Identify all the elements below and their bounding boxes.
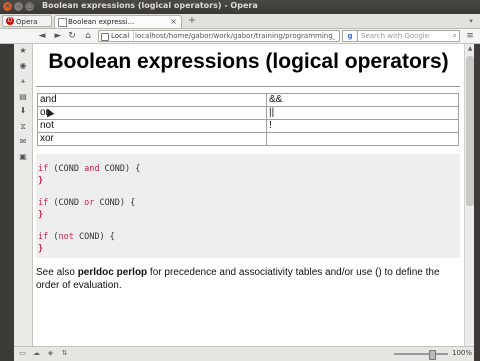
desktop-edge xyxy=(0,44,14,360)
new-tab-button[interactable]: + xyxy=(186,15,198,27)
unite-icon[interactable]: ☁ xyxy=(32,349,41,358)
reload-icon[interactable]: ↻ xyxy=(66,30,78,42)
zoom-level[interactable]: 100% xyxy=(452,349,472,357)
turbo-icon[interactable]: ◈ xyxy=(46,349,55,358)
toolbar-menu-icon[interactable]: ≡ xyxy=(464,30,476,42)
back-icon[interactable]: ◄ xyxy=(36,30,48,42)
operator-symbol: || xyxy=(266,106,459,120)
maximize-window-icon[interactable]: □ xyxy=(25,2,34,11)
address-url[interactable]: localhost/home/gabor/work/gabor/training… xyxy=(135,31,335,41)
page-content: Boolean expressions (logical operators) … xyxy=(33,44,464,346)
share-icon[interactable]: ⚹ xyxy=(18,76,28,86)
scrollbar-thumb[interactable] xyxy=(466,56,474,206)
opera-sidebar: ★ ◉ ⚹ ▤ ⬇ ⧖ ✉ ▣ xyxy=(14,44,33,346)
operator-symbol: ! xyxy=(266,119,459,133)
operator-symbol xyxy=(266,132,459,146)
search-input[interactable]: Search with Google ⌕ xyxy=(358,30,460,42)
opera-logo-icon: O xyxy=(6,17,14,25)
code-line: } xyxy=(38,244,44,254)
navigation-toolbar: ◄ ► ↻ ⌂ Local localhost/home/gabor/work/… xyxy=(0,29,480,44)
notes-icon[interactable]: ▤ xyxy=(18,92,28,102)
forward-icon[interactable]: ► xyxy=(52,30,64,42)
see-also-paragraph: See also perldoc perlop for precedence a… xyxy=(36,267,440,291)
panels-icon[interactable]: ▣ xyxy=(18,152,28,162)
panel-toggle-icon[interactable]: ▭ xyxy=(18,349,27,358)
search-engine-selector[interactable]: g xyxy=(342,30,358,42)
operators-table: and && or || not ! xor xyxy=(37,93,459,146)
page-title: Boolean expressions (logical operators) xyxy=(48,50,449,73)
transfers-icon[interactable]: ⇅ xyxy=(60,349,69,358)
mail-icon[interactable]: ✉ xyxy=(18,137,28,147)
tab-label: Boolean expressi... xyxy=(68,18,135,26)
location-badge: Local xyxy=(101,31,135,41)
code-line: if (COND and COND) { xyxy=(38,164,141,174)
tab-boolean-expressions[interactable]: Boolean expressi... × xyxy=(54,15,182,28)
desktop-edge-right xyxy=(474,44,480,360)
operator-word: and xyxy=(37,93,267,107)
downloads-icon[interactable]: ⬇ xyxy=(18,106,28,116)
opera-menu-label: Opera xyxy=(16,18,38,26)
page-icon xyxy=(58,18,67,27)
status-bar: ▭ ☁ ◈ ⇅ 100% xyxy=(14,346,474,361)
zoom-slider-handle[interactable] xyxy=(429,350,436,360)
search-placeholder: Search with Google xyxy=(361,32,430,40)
code-block: if (COND and COND) { } if (COND or COND)… xyxy=(36,154,460,258)
tab-list-icon[interactable]: ▾ xyxy=(466,16,476,26)
star-icon[interactable]: ★ xyxy=(18,46,28,56)
code-line: } xyxy=(38,176,44,186)
table-row: and && xyxy=(37,93,459,107)
window-titlebar: × – □ Boolean expressions (logical opera… xyxy=(0,0,480,14)
minimize-window-icon[interactable]: – xyxy=(14,2,23,11)
address-bar[interactable]: Local localhost/home/gabor/work/gabor/tr… xyxy=(98,30,340,42)
speed-dial-icon[interactable]: ◉ xyxy=(18,61,28,71)
code-line: if (not COND) { xyxy=(38,232,115,242)
operator-word: xor xyxy=(37,132,267,146)
table-row: xor xyxy=(37,132,459,146)
code-line: if (COND or COND) { xyxy=(38,198,136,208)
perldoc-reference: perldoc perlop xyxy=(77,267,148,278)
table-row: not ! xyxy=(37,119,459,133)
operator-symbol: && xyxy=(266,93,459,107)
window-title: Boolean expressions (logical operators) … xyxy=(42,1,258,10)
tab-bar: O Opera Boolean expressi... × + ▾ xyxy=(0,14,480,29)
history-icon[interactable]: ⧖ xyxy=(18,122,28,132)
operator-word: or xyxy=(37,106,267,120)
zoom-slider[interactable] xyxy=(394,353,448,355)
search-icon[interactable]: ⌕ xyxy=(453,31,457,41)
close-window-icon[interactable]: × xyxy=(3,2,12,11)
opera-menu-button[interactable]: O Opera xyxy=(2,15,52,27)
operator-word: not xyxy=(37,119,267,133)
code-line: } xyxy=(38,210,44,220)
table-row: or || xyxy=(37,106,459,120)
home-icon[interactable]: ⌂ xyxy=(82,30,94,42)
close-tab-icon[interactable]: × xyxy=(170,16,177,28)
divider xyxy=(36,86,460,87)
